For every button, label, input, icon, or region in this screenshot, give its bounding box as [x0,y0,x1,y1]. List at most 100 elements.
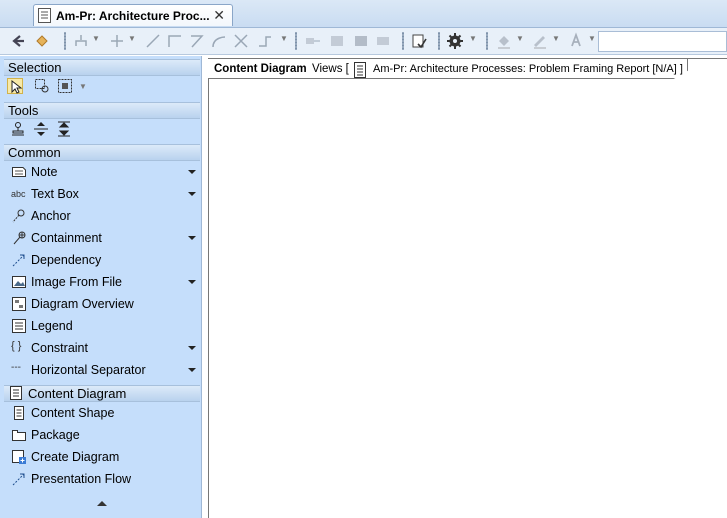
palette-item-package[interactable]: Package [8,424,198,446]
chevron-down-icon[interactable]: ▼ [588,34,596,43]
marquee-select-icon[interactable] [57,78,73,94]
palette-item-note[interactable]: Note [8,161,198,183]
content-shape-icon [11,405,27,421]
palette-section-selection[interactable]: Selection [4,59,200,76]
content-diagram-icon [8,385,24,401]
lasso-select-icon[interactable] [34,78,50,94]
ortho-layout-icon[interactable] [108,32,126,50]
arrange-icon[interactable] [304,32,322,50]
diagram-frame-left [208,79,209,518]
line-color-icon[interactable] [531,32,549,50]
palette-item-content-shape[interactable]: Content Shape [8,402,198,424]
anchor-icon [11,208,27,224]
palette-item-text-box[interactable]: abc Text Box [8,183,198,205]
chevron-down-icon[interactable] [188,368,196,372]
chevron-down-icon[interactable] [188,280,196,284]
chevron-down-icon[interactable]: ▼ [469,34,477,43]
image-icon [11,274,27,290]
toolbar-separator [295,32,297,50]
curve-icon[interactable] [210,32,228,50]
palette-item-presentation-flow[interactable]: Presentation Flow [8,468,198,490]
layout2-icon[interactable] [374,32,392,50]
chevron-down-icon[interactable] [188,346,196,350]
palette-section-content-diagram[interactable]: Content Diagram [4,385,200,402]
remove-space-icon[interactable] [56,121,72,137]
package-icon [11,427,27,443]
insert-space-icon[interactable] [33,121,49,137]
item-label: Horizontal Separator [31,363,146,377]
item-label: Package [31,428,80,442]
constraint-icon: { } [11,340,22,352]
chevron-down-icon[interactable] [188,170,196,174]
presentation-flow-icon [11,471,27,487]
tree-layout-icon[interactable] [72,32,90,50]
diagram-views-label: Views [ [312,63,349,75]
create-diagram-icon [11,449,27,465]
chevron-down-icon[interactable]: ▼ [128,34,136,43]
rect-path-icon[interactable] [166,32,184,50]
diagram-overview-icon [11,296,27,312]
palette-item-dependency[interactable]: Dependency [8,249,198,271]
scroll-up-icon[interactable] [97,501,107,506]
item-label: Content Shape [31,406,115,420]
layout-icon[interactable] [352,32,370,50]
path-icon[interactable] [188,32,206,50]
back-icon[interactable] [9,32,27,50]
forward-icon[interactable] [33,32,51,50]
chevron-down-icon[interactable]: ▼ [92,34,100,43]
palette-section-common[interactable]: Common [4,144,200,161]
validate-icon[interactable] [410,32,428,50]
palette-item-anchor[interactable]: Anchor [8,205,198,227]
text-box-icon: abc [11,189,26,199]
route-icon[interactable] [256,32,274,50]
editor-tab-strip: Am-Pr: Architecture Proc... ✕ [0,0,727,28]
item-label: Image From File [31,275,122,289]
stamp-icon[interactable] [10,121,26,137]
legend-icon [11,318,27,334]
toolbar-separator [438,32,440,50]
palette-panel: Selection ▼ Tools Common Note abc Text B… [0,56,202,518]
item-label: Text Box [31,187,79,201]
item-label: Anchor [31,209,71,223]
item-label: Note [31,165,58,179]
line-icon[interactable] [144,32,162,50]
tab-title: Am-Pr: Architecture Proc... [56,9,210,23]
chevron-down-icon[interactable]: ▼ [280,34,288,43]
palette-item-legend[interactable]: Legend [8,315,198,337]
pointer-icon[interactable] [7,78,23,94]
diagram-type-label: Content Diagram [214,63,307,75]
crossing-icon[interactable] [232,32,250,50]
containment-icon [11,230,27,246]
palette-section-tools[interactable]: Tools [4,102,200,119]
chevron-down-icon[interactable]: ▼ [516,34,524,43]
note-icon [11,164,27,180]
chevron-down-icon[interactable] [188,192,196,196]
toolbar-separator [64,32,66,50]
chevron-down-icon[interactable] [188,236,196,240]
separator-icon: --- [11,362,21,373]
chevron-down-icon[interactable]: ▼ [552,34,560,43]
palette-item-image-from-file[interactable]: Image From File [8,271,198,293]
align-icon[interactable] [328,32,346,50]
palette-item-create-diagram[interactable]: Create Diagram [8,446,198,468]
diagram-canvas[interactable] [206,56,727,518]
chevron-down-icon[interactable]: ▼ [79,82,87,91]
fill-color-icon[interactable] [495,32,513,50]
zoom-input[interactable] [598,31,727,52]
diagram-name: Am-Pr: Architecture Processes: Problem F… [373,63,683,75]
palette-item-diagram-overview[interactable]: Diagram Overview [8,293,198,315]
item-label: Presentation Flow [31,472,132,486]
item-label: Create Diagram [31,450,120,464]
palette-item-containment[interactable]: Containment [8,227,198,249]
close-icon[interactable]: ✕ [213,7,225,24]
settings-icon[interactable] [446,32,464,50]
item-label: Constraint [31,341,88,355]
font-color-icon[interactable] [567,32,585,50]
palette-item-constraint[interactable]: { } Constraint [8,337,198,359]
diagram-tab[interactable]: Am-Pr: Architecture Proc... ✕ [33,4,233,26]
palette-item-horizontal-separator[interactable]: --- Horizontal Separator [8,359,198,381]
document-icon [38,8,51,23]
item-label: Legend [31,319,73,333]
item-label: Diagram Overview [31,297,134,311]
toolbar-separator [486,32,488,50]
